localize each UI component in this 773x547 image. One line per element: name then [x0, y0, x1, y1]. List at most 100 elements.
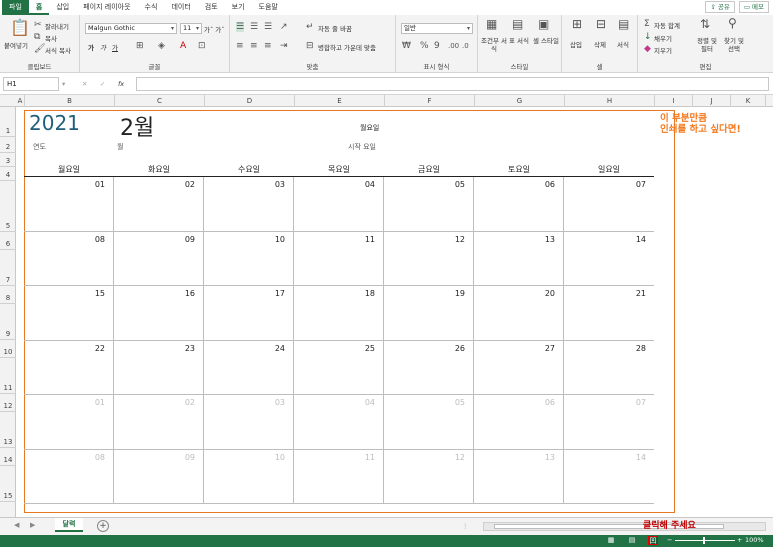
calendar-day-cell[interactable]: 04 [294, 177, 384, 232]
insert-cells-icon[interactable]: ⊞ [572, 18, 582, 30]
column-header[interactable]: H [565, 95, 655, 107]
calendar-day-cell[interactable]: 09 [114, 231, 204, 286]
tab-help[interactable]: 도움말 [252, 0, 285, 15]
copy-button[interactable]: 복사 [45, 33, 57, 43]
format-cells-icon[interactable]: ▤ [618, 18, 629, 30]
horizontal-scrollbar[interactable] [483, 522, 766, 531]
conditional-format-icon[interactable]: ▦ [486, 18, 497, 30]
calendar-start-day[interactable]: 월요일 [360, 123, 379, 133]
calendar-day-cell[interactable]: 05 [384, 395, 474, 450]
increase-decimal-icon[interactable]: .00 [448, 41, 459, 51]
tab-split-handle[interactable]: ⋮ [462, 522, 469, 530]
zoom-out-icon[interactable]: − [667, 536, 672, 544]
calendar-day-cell[interactable]: 11 [294, 231, 384, 286]
merge-icon[interactable]: ⊟ [306, 41, 314, 51]
italic-button[interactable]: 가 [100, 42, 106, 52]
insert-function-icon[interactable]: fx [118, 80, 124, 88]
insert-cells-button[interactable]: 삽입 [570, 39, 582, 49]
page-layout-view-icon[interactable]: ▤ [627, 536, 637, 545]
font-grow-button[interactable]: 가ˆ 가ˇ [204, 24, 225, 34]
column-header[interactable]: A [16, 95, 25, 107]
font-name-select[interactable]: Malgun Gothic ▾ [85, 23, 177, 34]
calendar-day-cell[interactable]: 13 [474, 449, 564, 504]
align-middle-icon[interactable]: ☰ [250, 22, 258, 32]
clear-button[interactable]: 지우기 [654, 45, 672, 55]
tab-formulas[interactable]: 수식 [138, 0, 165, 15]
enter-icon[interactable]: ✓ [100, 80, 105, 88]
calendar-day-cell[interactable]: 23 [114, 340, 204, 395]
cell-styles-icon[interactable]: ▣ [538, 18, 549, 30]
calendar-day-cell[interactable]: 14 [564, 450, 654, 504]
cut-icon[interactable]: ✂ [34, 20, 42, 30]
border-icon[interactable]: ⊞ [136, 41, 144, 51]
calendar-day-cell[interactable]: 16 [114, 286, 204, 341]
calendar-day-cell[interactable]: 01 [24, 177, 114, 232]
sort-filter-icon[interactable]: ⇅ [700, 18, 710, 30]
calendar-day-cell[interactable]: 15 [24, 286, 114, 341]
bold-button[interactable]: 가 [88, 42, 94, 52]
row-header[interactable]: 9 [0, 304, 16, 340]
calendar-day-cell[interactable]: 25 [294, 340, 384, 395]
calendar-day-cell[interactable]: 05 [384, 177, 474, 232]
calendar-day-cell[interactable]: 07 [564, 395, 654, 450]
fill-icon[interactable]: ↓ [644, 32, 652, 42]
calendar-day-cell[interactable]: 09 [114, 449, 204, 504]
calendar-day-cell[interactable]: 10 [204, 231, 294, 286]
row-header[interactable]: 11 [0, 358, 16, 394]
wrap-text-button[interactable]: 자동 줄 바꿈 [318, 23, 352, 33]
zoom-in-icon[interactable]: + [737, 536, 742, 544]
calendar-day-cell[interactable]: 03 [204, 177, 294, 232]
calendar-day-cell[interactable]: 12 [384, 449, 474, 504]
row-header[interactable]: 13 [0, 412, 16, 448]
name-box-dropdown-icon[interactable]: ▾ [62, 80, 65, 88]
row-header[interactable]: 5 [0, 181, 16, 232]
add-sheet-icon[interactable]: + [97, 520, 109, 532]
find-select-button[interactable]: 찾기 및 선택 [721, 37, 747, 53]
share-button[interactable]: ⇪ 공유 [705, 1, 735, 13]
calendar-day-cell[interactable]: 13 [474, 231, 564, 286]
font-color-icon[interactable]: A [180, 41, 186, 51]
calendar-day-cell[interactable]: 19 [384, 286, 474, 341]
calendar-day-cell[interactable]: 26 [384, 340, 474, 395]
calendar-day-cell[interactable]: 03 [204, 395, 294, 450]
calendar-day-cell[interactable]: 21 [564, 286, 654, 341]
calendar-day-cell[interactable]: 17 [204, 286, 294, 341]
align-left-icon[interactable]: ≡ [236, 41, 244, 51]
tab-view[interactable]: 보기 [225, 0, 252, 15]
calendar-day-cell[interactable]: 14 [564, 232, 654, 286]
calendar-day-cell[interactable]: 04 [294, 395, 384, 450]
tab-data[interactable]: 데이터 [164, 0, 197, 15]
row-header[interactable]: 15 [0, 466, 16, 502]
font-size-select[interactable]: 11 ▾ [180, 23, 202, 34]
decrease-decimal-icon[interactable]: .0 [462, 41, 469, 51]
page-break-preview-icon[interactable]: 凹 [648, 536, 658, 545]
conditional-format-button[interactable]: 조건부 서식 [481, 37, 507, 53]
calendar-day-cell[interactable]: 12 [384, 231, 474, 286]
row-header[interactable]: 7 [0, 250, 16, 286]
zoom-level[interactable]: 100% [745, 536, 764, 544]
tab-home[interactable]: 홈 [28, 0, 50, 15]
row-header[interactable]: 14 [0, 448, 16, 466]
merge-center-button[interactable]: 병합하고 가운데 맞춤 [318, 42, 376, 52]
calendar-day-cell[interactable]: 08 [24, 449, 114, 504]
comma-icon[interactable]: 9 [434, 41, 440, 51]
sort-filter-button[interactable]: 정렬 및 필터 [696, 37, 718, 53]
cell-styles-button[interactable]: 셀 스타일 [533, 37, 559, 45]
formula-input[interactable] [136, 77, 769, 91]
normal-view-icon[interactable]: ▦ [606, 536, 616, 545]
row-header[interactable]: 1 [0, 107, 16, 137]
tab-file[interactable]: 파일 [2, 0, 29, 15]
calendar-month[interactable]: 2월 [120, 110, 154, 142]
column-header[interactable]: K [731, 95, 766, 107]
column-header[interactable]: C [115, 95, 205, 107]
calendar-day-cell[interactable]: 06 [474, 177, 564, 232]
clear-icon[interactable]: ◆ [644, 44, 651, 54]
column-header[interactable]: B [25, 95, 115, 107]
tab-page-layout[interactable]: 페이지 레이아웃 [76, 0, 137, 15]
row-header[interactable]: 3 [0, 153, 16, 167]
align-right-icon[interactable]: ≡ [264, 41, 272, 51]
row-header[interactable]: 10 [0, 340, 16, 358]
zoom-slider[interactable] [675, 540, 735, 541]
calendar-day-cell[interactable]: 08 [24, 231, 114, 286]
tab-review[interactable]: 검토 [198, 0, 225, 15]
